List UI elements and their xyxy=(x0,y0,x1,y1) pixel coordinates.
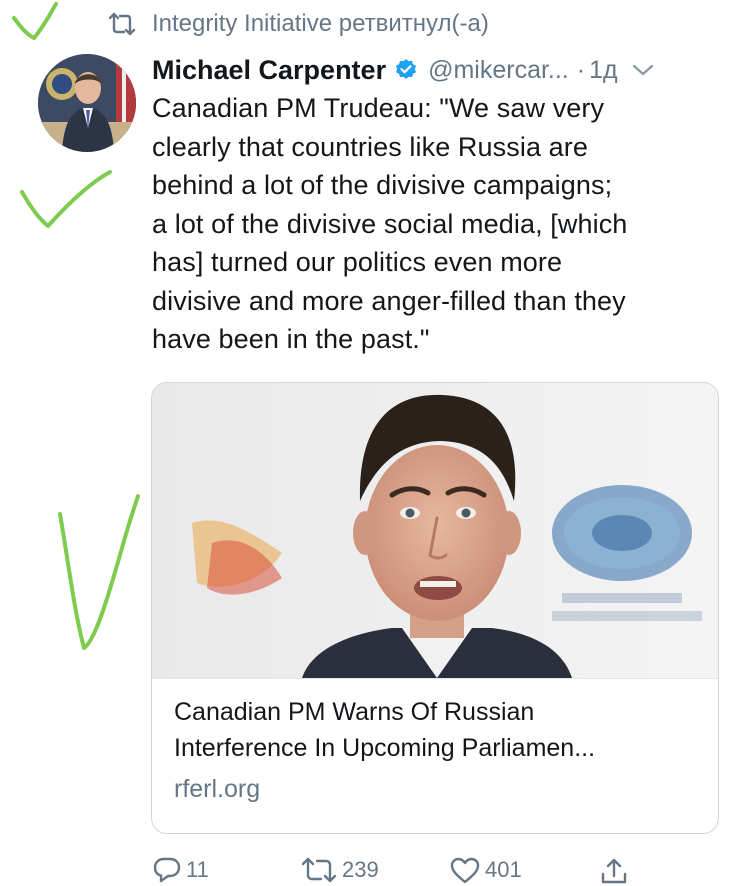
share-button[interactable] xyxy=(599,856,633,886)
separator-dot: · xyxy=(576,55,586,84)
card-title[interactable]: Canadian PM Warns Of Russian Interferenc… xyxy=(174,694,704,766)
reply-button[interactable]: 11 xyxy=(152,856,209,884)
share-icon xyxy=(601,858,627,884)
card-domain[interactable]: rferl.org xyxy=(174,775,260,804)
retweet-icon xyxy=(108,12,136,36)
retweet-count: 239 xyxy=(342,857,379,882)
retweet-button[interactable]: 239 xyxy=(300,856,379,884)
reply-count: 11 xyxy=(186,857,209,882)
verified-badge-icon xyxy=(396,59,417,79)
card-photo[interactable] xyxy=(152,383,718,679)
like-button[interactable]: 401 xyxy=(449,856,522,884)
retweet-notice-text: Integrity Initiative ретвитнул(-а) xyxy=(152,10,489,37)
author-handle[interactable]: @mikercar... xyxy=(428,56,569,85)
tweet-actions: 11 239 401 xyxy=(0,852,749,886)
retweet-notice[interactable]: Integrity Initiative ретвитнул(-а) xyxy=(106,9,489,39)
avatar[interactable] xyxy=(38,54,136,152)
reply-icon xyxy=(153,857,181,883)
checkmark-middle xyxy=(20,170,112,228)
chevron-down-icon[interactable] xyxy=(632,63,654,77)
like-count: 401 xyxy=(485,857,522,882)
checkmark-bottom xyxy=(58,494,140,650)
tweet-text: Canadian PM Trudeau: "We saw very clearl… xyxy=(152,93,628,354)
tweet-time[interactable]: 1д xyxy=(589,56,618,85)
tweet-header: Michael Carpenter @mikercar... · 1д xyxy=(152,50,727,90)
retweet-icon xyxy=(301,857,337,883)
heart-icon xyxy=(450,857,480,884)
author-name[interactable]: Michael Carpenter xyxy=(152,55,386,86)
checkmark-top xyxy=(12,2,58,40)
link-card[interactable]: Canadian PM Warns Of Russian Interferenc… xyxy=(151,382,719,834)
